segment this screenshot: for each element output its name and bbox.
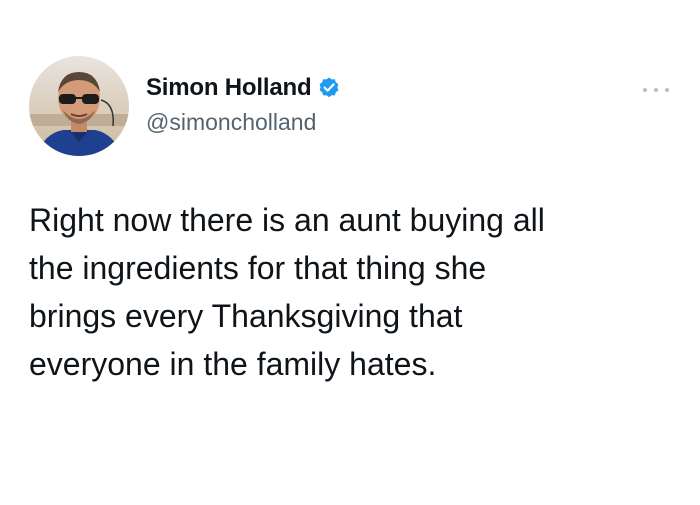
author-handle[interactable]: @simoncholland xyxy=(146,109,316,136)
tweet-text-line: the ingredients for that thing she xyxy=(29,250,487,286)
more-dot xyxy=(654,88,658,92)
author-name-row: Simon Holland xyxy=(146,73,341,103)
tweet-text-line: brings every Thanksgiving that xyxy=(29,298,463,334)
tweet-text-line: everyone in the family hates. xyxy=(29,346,437,382)
tweet-card: Simon Holland @simoncholland Right now t… xyxy=(0,0,700,505)
more-dot xyxy=(643,88,647,92)
author-display-name[interactable]: Simon Holland xyxy=(146,74,312,102)
avatar-photo xyxy=(29,56,129,156)
verified-badge-icon xyxy=(317,76,341,100)
tweet-text: Right now there is an aunt buying all th… xyxy=(29,196,679,388)
author-avatar[interactable] xyxy=(29,56,129,156)
more-options-icon[interactable] xyxy=(643,86,669,94)
more-dot xyxy=(665,88,669,92)
tweet-text-line: Right now there is an aunt buying all xyxy=(29,202,545,238)
